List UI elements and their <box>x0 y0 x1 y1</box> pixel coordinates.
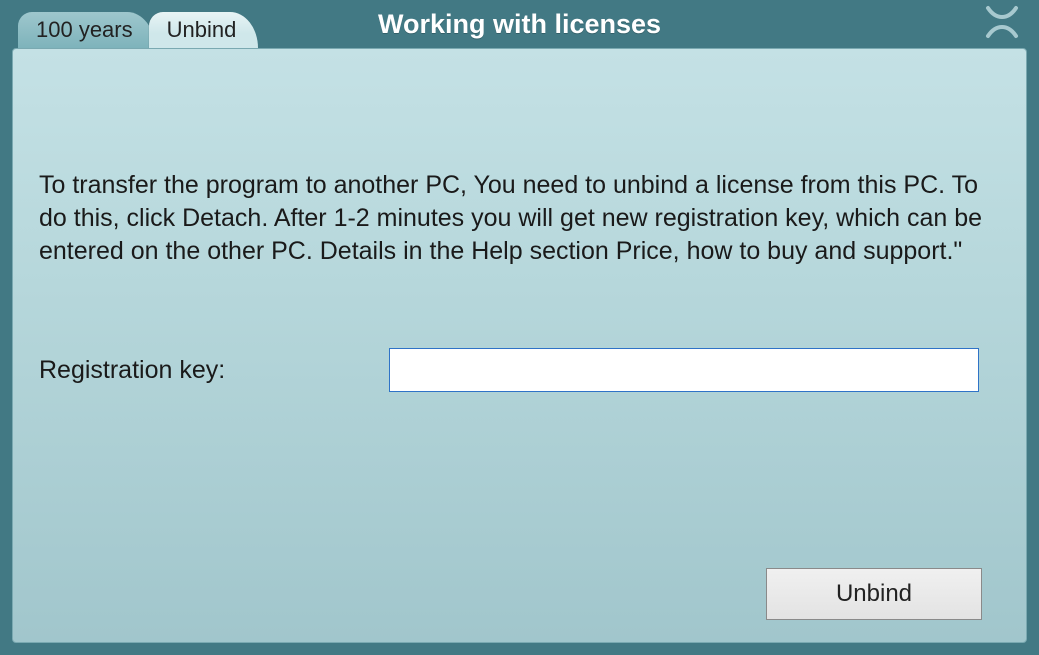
window-title: Working with licenses <box>378 9 661 40</box>
close-icon <box>982 4 1022 45</box>
app-frame: 100 years Unbind Working with licenses T… <box>0 0 1039 655</box>
tab-label: 100 years <box>36 17 133 42</box>
content-panel: To transfer the program to another PC, Y… <box>12 48 1027 643</box>
registration-key-row: Registration key: <box>13 268 1026 392</box>
instructions-text: To transfer the program to another PC, Y… <box>13 49 1026 268</box>
unbind-button[interactable]: Unbind <box>766 568 982 620</box>
registration-key-input[interactable] <box>389 348 979 392</box>
tab-label: Unbind <box>167 17 237 42</box>
close-button[interactable] <box>979 4 1025 44</box>
tab-100-years[interactable]: 100 years <box>18 12 155 48</box>
button-label: Unbind <box>836 580 912 608</box>
registration-key-label: Registration key: <box>39 356 389 385</box>
tab-unbind[interactable]: Unbind <box>149 12 259 48</box>
title-bar: 100 years Unbind Working with licenses <box>0 0 1039 48</box>
action-row: Unbind <box>766 568 982 620</box>
